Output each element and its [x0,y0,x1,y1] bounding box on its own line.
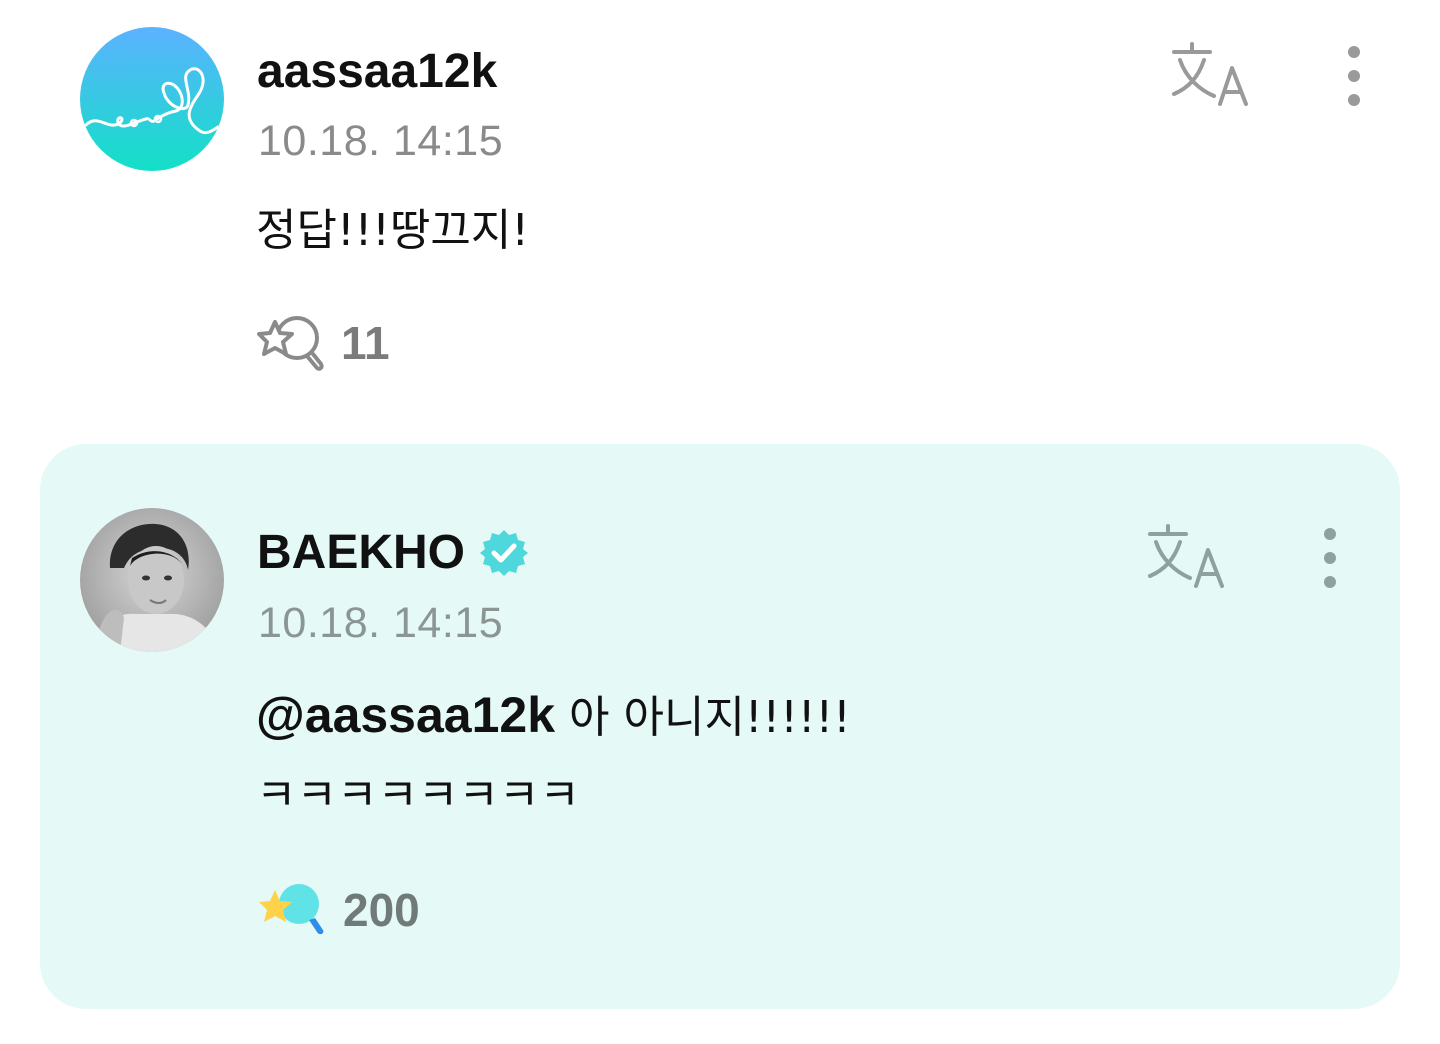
user-avatar[interactable] [80,27,224,171]
lightstick-outline-icon [257,316,324,371]
mention-link[interactable]: @aassaa12k [256,687,555,743]
reaction-count: 11 [341,317,390,369]
translate-icon [1172,42,1248,106]
more-options-button[interactable] [1334,40,1374,112]
highlighted-comment-item: BAEKHO 10.18. 14:15 @aassaa12k 아 아니지!!!!… [40,444,1400,1009]
comment-item: aassaa12k 10.18. 14:15 정답!!!땅끄지! 11 [0,0,1440,430]
translate-button[interactable] [1146,520,1232,590]
comment-text: 정답!!!땅끄지! [256,205,529,256]
more-options-button[interactable] [1310,522,1350,594]
author-name-text: BAEKHO [257,526,466,579]
reaction-button[interactable]: 200 [257,878,420,942]
heart-scribble-icon [80,27,224,171]
lightstick-filled-icon [259,884,324,935]
comment-text: @aassaa12k 아 아니지!!!!!! ㅋㅋㅋㅋㅋㅋㅋㅋ [256,676,851,835]
author-name[interactable]: aassaa12k [257,48,497,96]
translate-icon [1148,524,1224,588]
comment-line-2: ㅋㅋㅋㅋㅋㅋㅋㅋ [256,770,580,821]
more-vertical-icon [1348,46,1360,106]
artist-photo-icon [80,508,224,652]
comment-line-1-text: 아 아니지!!!!!! [555,692,851,743]
reaction-button[interactable]: 11 [257,312,390,374]
translate-button[interactable] [1170,38,1256,108]
comment-time: 10.18. 14:15 [258,599,504,647]
reaction-count: 200 [343,884,420,936]
comment-line-1: @aassaa12k 아 아니지!!!!!! [256,676,851,757]
author-name[interactable]: BAEKHO [257,528,529,578]
comment-time: 10.18. 14:15 [258,117,504,165]
verified-badge-icon [480,530,529,576]
more-vertical-icon [1324,528,1336,588]
artist-avatar[interactable] [80,508,224,652]
